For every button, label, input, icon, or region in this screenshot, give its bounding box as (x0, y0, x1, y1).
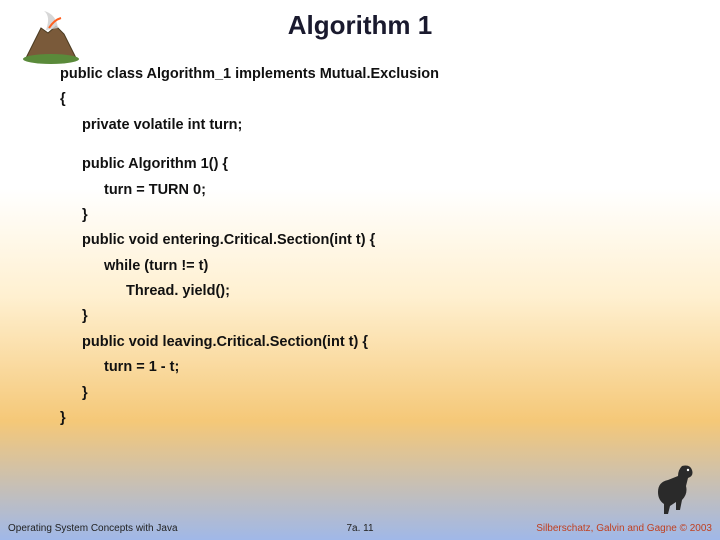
code-block: public class Algorithm_1 implements Mutu… (60, 62, 439, 431)
code-line: public class Algorithm_1 implements Mutu… (60, 62, 439, 87)
code-blank (60, 138, 439, 152)
code-line: Thread. yield(); (60, 279, 439, 304)
code-line: } (60, 381, 439, 406)
code-line: } (60, 304, 439, 329)
code-line: } (60, 406, 439, 431)
footer-page-number: 7a. 11 (346, 523, 373, 534)
code-line: public Algorithm 1() { (60, 152, 439, 177)
code-line: } (60, 203, 439, 228)
code-line: while (turn != t) (60, 254, 439, 279)
code-line: { (60, 87, 439, 112)
dinosaur-icon (648, 460, 698, 518)
footer-left: Operating System Concepts with Java (8, 523, 178, 534)
code-line: private volatile int turn; (60, 113, 439, 138)
code-line: turn = TURN 0; (60, 178, 439, 203)
code-line: turn = 1 - t; (60, 355, 439, 380)
volcano-icon (16, 8, 86, 66)
code-line: public void entering.Critical.Section(in… (60, 228, 439, 253)
slide-title: Algorithm 1 (0, 0, 720, 41)
footer-copyright: Silberschatz, Galvin and Gagne © 2003 (536, 523, 712, 534)
code-line: public void leaving.Critical.Section(int… (60, 330, 439, 355)
slide-footer: Operating System Concepts with Java 7a. … (0, 523, 720, 534)
